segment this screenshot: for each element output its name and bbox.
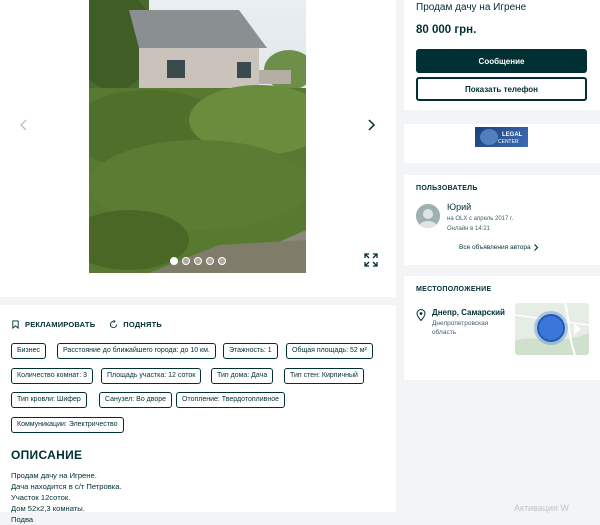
user-member-since: на OLX с апрель 2017 г.	[447, 216, 514, 222]
all-ads-link[interactable]: Все объявления автора	[459, 244, 539, 251]
house-photo-image	[89, 0, 306, 273]
param-tag: Тип дома: Дача	[211, 368, 274, 384]
user-card: ПОЛЬЗОВАТЕЛЬ Юрий на OLX с апрель 2017 г…	[404, 175, 600, 265]
previous-photo-button[interactable]	[12, 113, 36, 137]
ad-actions: РЕКЛАМИРОВАТЬ ПОДНЯТЬ	[11, 317, 385, 331]
param-tag: Тип кровли: Шифер	[11, 392, 87, 408]
location-city: Днепр, Самарский	[432, 308, 505, 317]
photo-gallery	[0, 0, 396, 297]
param-tag: Количество комнат: 3	[11, 368, 93, 384]
avatar	[416, 204, 440, 228]
ad-price: 80 000 грн.	[416, 24, 477, 36]
user-section-label: ПОЛЬЗОВАТЕЛЬ	[416, 185, 478, 192]
left-column: РЕКЛАМИРОВАТЬ ПОДНЯТЬ Бизнес Расстояние …	[0, 0, 396, 524]
logo-text-center: CENTER	[498, 139, 519, 145]
photo-dot[interactable]	[218, 257, 226, 265]
param-tag: Отопление: Твердотопливное	[176, 392, 286, 408]
location-section-label: МЕСТОПОЛОЖЕНИЕ	[416, 286, 492, 293]
raise-button[interactable]: ПОДНЯТЬ	[109, 319, 162, 329]
promote-button[interactable]: РЕКЛАМИРОВАТЬ	[11, 320, 95, 329]
description-title: ОПИСАНИЕ	[11, 448, 83, 462]
map-image	[515, 303, 589, 355]
ad-details: РЕКЛАМИРОВАТЬ ПОДНЯТЬ Бизнес Расстояние …	[0, 305, 396, 524]
param-tag: Общая площадь: 52 м²	[286, 343, 373, 359]
param-tag: Тип стен: Кирпичный	[284, 368, 364, 384]
param-tag: Коммуникации: Электричество	[11, 417, 124, 433]
photo-pagination-dots	[170, 257, 226, 265]
logo-text-legal: LEGAL	[502, 132, 523, 138]
photo-dot[interactable]	[206, 257, 214, 265]
description-line: Продам дачу на Игрене.	[11, 471, 97, 480]
all-ads-label: Все объявления автора	[459, 244, 531, 251]
fullscreen-expand-icon[interactable]	[364, 253, 378, 267]
param-tag: Бизнес	[11, 343, 46, 359]
legal-center-logo[interactable]: LEGAL CENTER	[475, 127, 528, 147]
user-online-status: Онлайн в 14:21	[447, 226, 491, 232]
user-info[interactable]: Юрий на OLX с апрель 2017 г. Онлайн в 14…	[416, 202, 588, 240]
description-line: Подва	[11, 515, 34, 524]
promote-label: РЕКЛАМИРОВАТЬ	[25, 319, 96, 329]
ad-title: Продам дачу на Игрене	[416, 2, 527, 13]
description-line: Дом 52х2,3 комнаты.	[11, 504, 85, 513]
user-name: Юрий	[447, 202, 472, 212]
param-tag: Санузел: Во дворе	[99, 392, 173, 408]
description-line: Участок 12соток.	[11, 493, 71, 502]
next-photo-button[interactable]	[359, 113, 383, 137]
raise-label: ПОДНЯТЬ	[123, 319, 162, 329]
right-column: Продам дачу на Игрене 80 000 грн. Сообще…	[404, 0, 600, 512]
photo-dot[interactable]	[170, 257, 178, 265]
location-map[interactable]	[515, 303, 589, 355]
message-button[interactable]: Сообщение	[416, 49, 587, 73]
param-tag: Площадь участка: 12 соток	[101, 368, 202, 384]
listing-photo[interactable]	[89, 0, 306, 273]
location-pin-icon	[416, 309, 426, 321]
param-tag: Этажность: 1	[223, 343, 278, 359]
parameter-tags: Бизнес Расстояние до ближайшего города: …	[11, 343, 385, 438]
chevron-right-icon	[368, 119, 376, 131]
photo-dot[interactable]	[194, 257, 202, 265]
bookmark-icon	[12, 319, 19, 329]
refresh-icon	[110, 319, 118, 328]
param-tag: Расстояние до ближайшего города: до 10 к…	[57, 343, 216, 359]
legal-center-logo-image: LEGAL CENTER	[480, 129, 523, 145]
user-avatar-icon	[416, 204, 440, 228]
description-body: Продам дачу на Игрене. Дача находится в …	[11, 470, 385, 525]
chevron-right-icon	[533, 244, 538, 251]
partner-logo-card: LEGAL CENTER	[404, 124, 600, 163]
location-region: Днепропетровская область	[432, 320, 489, 336]
photo-dot[interactable]	[182, 257, 190, 265]
description-line: Дача находится в с/т Петровка.	[11, 482, 122, 491]
price-card: Продам дачу на Игрене 80 000 грн. Сообще…	[404, 0, 600, 110]
chevron-left-icon	[20, 119, 27, 131]
location-card: МЕСТОПОЛОЖЕНИЕ Днепр, Самарский Днепропе…	[404, 276, 600, 380]
show-phone-button[interactable]: Показать телефон	[416, 77, 587, 101]
